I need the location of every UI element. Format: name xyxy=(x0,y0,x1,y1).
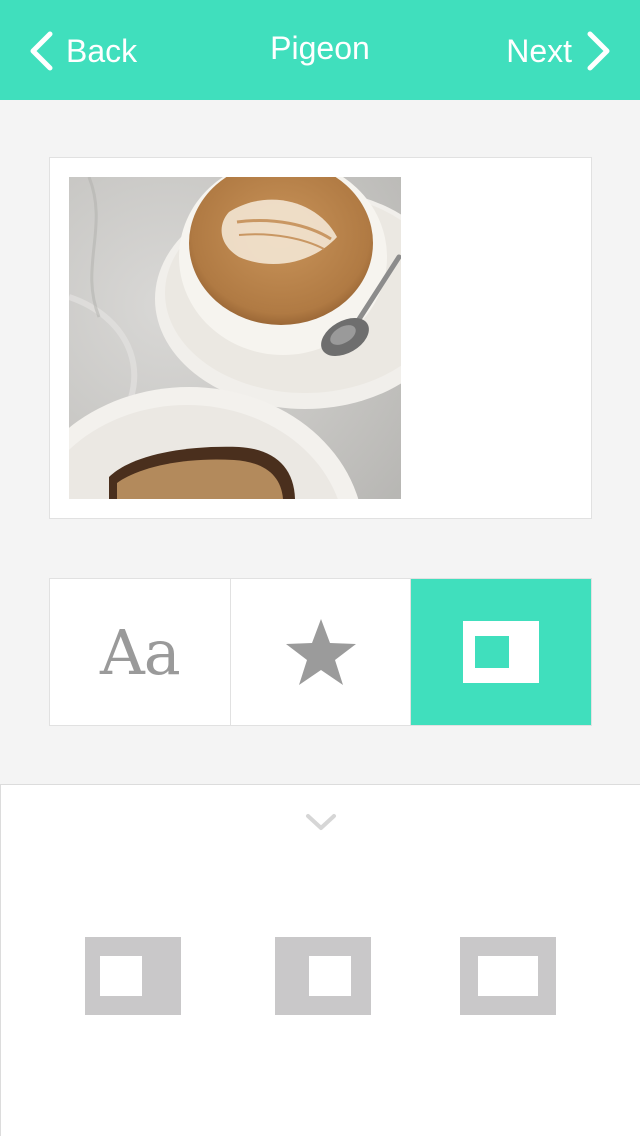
chevron-down-icon[interactable] xyxy=(305,813,337,831)
tab-frame[interactable] xyxy=(411,579,592,725)
frame-icon xyxy=(463,621,540,683)
coffee-photo xyxy=(69,177,401,499)
preview-card xyxy=(49,157,592,519)
frames-panel xyxy=(0,784,640,1136)
text-icon: Aa xyxy=(99,615,181,689)
frame-square-centered-icon xyxy=(309,956,351,996)
frame-square-small-icon xyxy=(100,956,142,996)
next-label: Next xyxy=(506,32,572,69)
frame-option-small-square[interactable] xyxy=(85,937,181,1015)
chevron-right-icon xyxy=(587,31,610,71)
photo-preview xyxy=(69,177,401,499)
star-icon xyxy=(285,619,356,685)
frame-option-centered-square[interactable] xyxy=(275,937,371,1015)
frame-option-wide[interactable] xyxy=(460,937,556,1015)
next-button[interactable]: Next xyxy=(506,28,612,74)
tab-sticker[interactable] xyxy=(231,579,412,725)
tab-text[interactable]: Aa xyxy=(50,579,231,725)
frame-wide-icon xyxy=(478,956,538,996)
navigation-bar: Back Pigeon Next xyxy=(0,0,640,100)
tool-tabs: Aa xyxy=(49,578,592,726)
